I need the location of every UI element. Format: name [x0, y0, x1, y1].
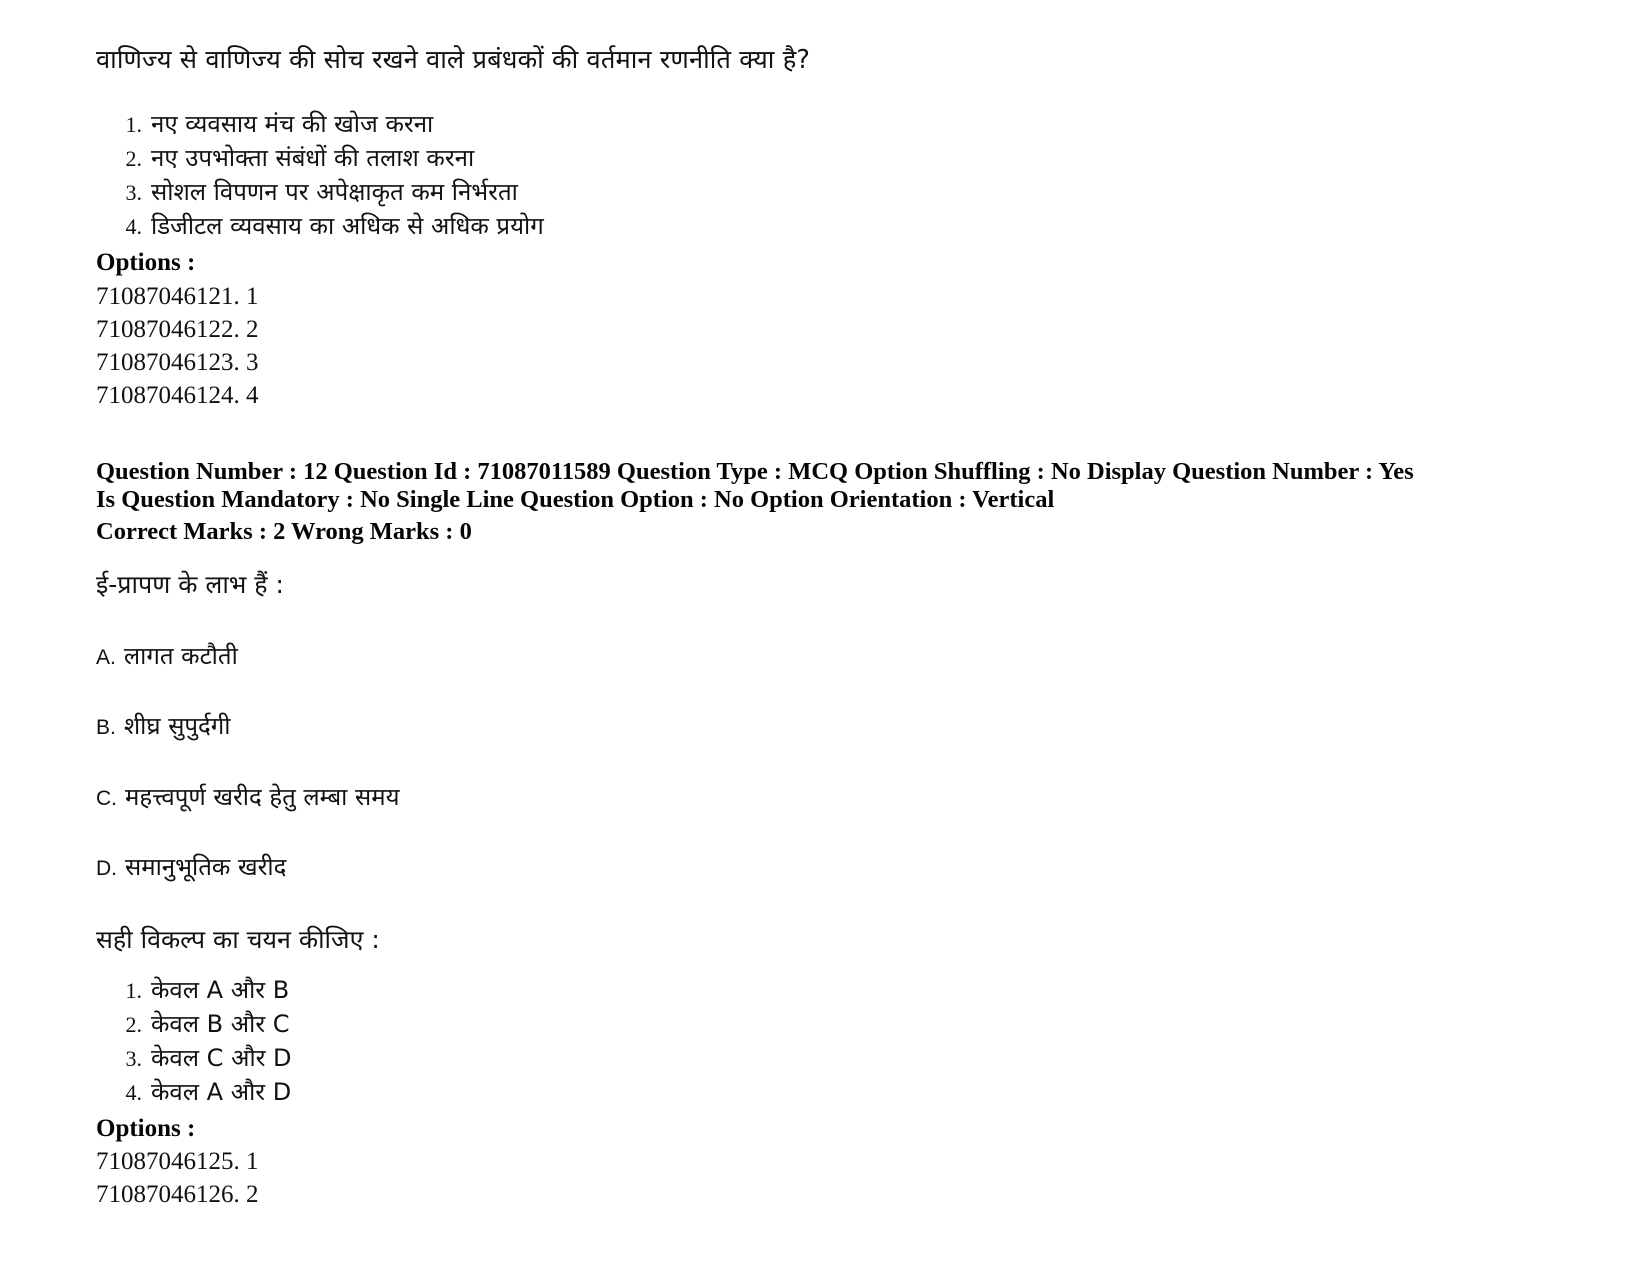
list-item: 1. केवल A और B	[96, 973, 1590, 1007]
choice-text: केवल C और D	[151, 1043, 292, 1072]
choice-text: केवल A और B	[151, 975, 290, 1004]
choice-number: 1.	[125, 112, 143, 138]
choice-number: 3.	[125, 1045, 143, 1071]
statement-text: शीघ्र सुपुर्दगी	[123, 712, 231, 741]
option-id-row: 71087046124. 4	[96, 381, 259, 409]
choice-number: 1.	[125, 977, 143, 1003]
question-11-block: वाणिज्य से वाणिज्य की सोच रखने वाले प्रब…	[96, 44, 1590, 412]
choice-text: केवल B और C	[151, 1009, 290, 1038]
option-id-row: 71087046121. 1	[96, 282, 259, 310]
list-item: 2. नए उपभोक्ता संबंधों की तलाश करना	[96, 141, 1590, 175]
choice-text: केवल A और D	[151, 1077, 292, 1106]
statement-letter: B.	[96, 716, 116, 740]
list-item: A. लागत कटौती	[96, 641, 1590, 671]
question-marks-line: Correct Marks : 2 Wrong Marks : 0	[96, 517, 472, 545]
option-id-row: 71087046125. 1	[96, 1148, 259, 1176]
choice-number: 3.	[125, 180, 143, 206]
statement-letter: C.	[96, 786, 117, 810]
question-12-stem: ई-प्रापण के लाभ हैं :	[96, 569, 284, 599]
list-item: 2. केवल B और C	[96, 1007, 1590, 1041]
choice-text: सोशल विपणन पर अपेक्षाकृत कम निर्भरता	[151, 178, 518, 207]
choice-text: नए व्यवसाय मंच की खोज करना	[151, 110, 434, 139]
list-item: B. शीघ्र सुपुर्दगी	[96, 711, 1590, 741]
statement-text: समानुभूतिक खरीद	[125, 852, 287, 881]
list-item: 1. नए व्यवसाय मंच की खोज करना	[96, 107, 1590, 141]
option-id-row: 71087046123. 3	[96, 348, 259, 376]
question-12-choice-list: 1. केवल A और B 2. केवल B और C 3. केवल C …	[96, 973, 1590, 1109]
question-11-choice-list: 1. नए व्यवसाय मंच की खोज करना 2. नए उपभो…	[96, 107, 1590, 243]
choice-number: 4.	[125, 214, 143, 240]
question-11-stem: वाणिज्य से वाणिज्य की सोच रखने वाले प्रब…	[96, 45, 810, 75]
choice-number: 4.	[125, 1079, 143, 1105]
question-12-metadata: Question Number : 12 Question Id : 71087…	[96, 458, 1426, 515]
question-paper-page: वाणिज्य से वाणिज्य की सोच रखने वाले प्रब…	[0, 0, 1650, 1275]
question-12-instruction: सही विकल्प का चयन कीजिए :	[96, 925, 380, 955]
choice-number: 2.	[125, 1011, 143, 1037]
question-12-block: Question Number : 12 Question Id : 71087…	[96, 458, 1590, 1212]
options-label: Options :	[96, 1114, 196, 1142]
options-label: Options :	[96, 249, 196, 277]
choice-number: 2.	[125, 146, 143, 172]
option-id-row: 71087046126. 2	[96, 1181, 259, 1209]
choice-text: डिजीटल व्यवसाय का अधिक से अधिक प्रयोग	[151, 212, 544, 241]
statement-letter: A.	[96, 646, 116, 670]
question-12-statement-list: A. लागत कटौती B. शीघ्र सुपुर्दगी C. महत्…	[96, 641, 1590, 882]
option-id-row: 71087046122. 2	[96, 315, 259, 343]
statement-text: लागत कटौती	[123, 642, 238, 671]
list-item: 3. सोशल विपणन पर अपेक्षाकृत कम निर्भरता	[96, 175, 1590, 209]
list-item: 4. केवल A और D	[96, 1075, 1590, 1109]
statement-letter: D.	[96, 856, 117, 880]
list-item: 4. डिजीटल व्यवसाय का अधिक से अधिक प्रयोग	[96, 209, 1590, 243]
question-metadata-line: Question Number : 12 Question Id : 71087…	[96, 457, 1414, 514]
choice-text: नए उपभोक्ता संबंधों की तलाश करना	[151, 144, 475, 173]
statement-text: महत्त्वपूर्ण खरीद हेतु लम्बा समय	[125, 782, 400, 811]
list-item: 3. केवल C और D	[96, 1041, 1590, 1075]
list-item: D. समानुभूतिक खरीद	[96, 852, 1590, 882]
list-item: C. महत्त्वपूर्ण खरीद हेतु लम्बा समय	[96, 782, 1590, 812]
